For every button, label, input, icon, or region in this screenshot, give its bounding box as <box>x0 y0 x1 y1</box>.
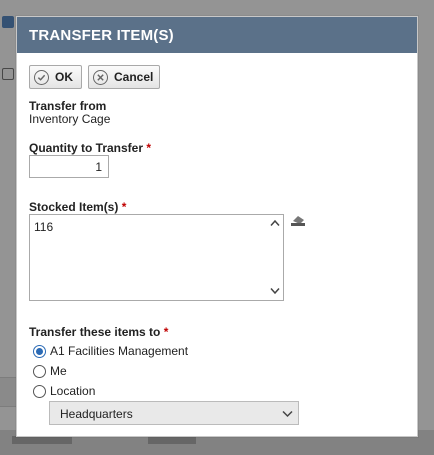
eraser-icon[interactable] <box>290 214 306 226</box>
check-circle-icon <box>34 69 49 85</box>
radio-option-me[interactable]: Me <box>33 363 67 379</box>
radio-button-selected[interactable] <box>33 344 46 358</box>
transfer-from-value: Inventory Cage <box>29 112 111 126</box>
transfer-to-label: Transfer these items to * <box>29 325 168 339</box>
stocked-items-textarea[interactable]: 116 <box>30 215 268 300</box>
cancel-button-label: Cancel <box>114 70 154 84</box>
dialog-title: TRANSFER ITEM(S) <box>17 17 417 53</box>
x-circle-icon <box>93 69 108 85</box>
location-select[interactable]: Headquarters <box>49 401 299 425</box>
required-marker: * <box>146 141 152 155</box>
transfer-items-dialog: TRANSFER ITEM(S) OK Cancel Transfer from… <box>16 16 418 437</box>
stocked-items-label-text: Stocked Item(s) <box>29 200 119 214</box>
required-marker: * <box>121 200 127 214</box>
chevron-down-icon[interactable] <box>270 287 280 297</box>
quantity-input[interactable] <box>29 155 109 178</box>
location-select-value: Headquarters <box>60 407 133 421</box>
quantity-label: Quantity to Transfer * <box>29 141 151 155</box>
ok-button[interactable]: OK <box>29 65 82 89</box>
cancel-button[interactable]: Cancel <box>88 65 160 89</box>
radio-option-label: Me <box>50 364 67 378</box>
stocked-items-box: 116 <box>29 214 284 301</box>
transfer-from-label: Transfer from <box>29 99 107 113</box>
transfer-to-label-text: Transfer these items to <box>29 325 161 339</box>
radio-option-label: A1 Facilities Management <box>50 344 189 358</box>
stocked-items-scrollbar[interactable] <box>267 215 283 300</box>
radio-option-label: Location <box>50 384 96 398</box>
quantity-label-text: Quantity to Transfer <box>29 141 144 155</box>
radio-option-location[interactable]: Location <box>33 383 95 399</box>
required-marker: * <box>163 325 169 339</box>
radio-option-a1-facilities[interactable]: A1 Facilities Management <box>33 343 188 359</box>
chevron-down-icon <box>282 407 293 418</box>
stocked-items-label: Stocked Item(s) * <box>29 200 126 214</box>
ok-button-label: OK <box>55 70 73 84</box>
radio-button[interactable] <box>33 384 46 398</box>
radio-button[interactable] <box>33 364 46 378</box>
chevron-up-icon[interactable] <box>270 219 280 229</box>
